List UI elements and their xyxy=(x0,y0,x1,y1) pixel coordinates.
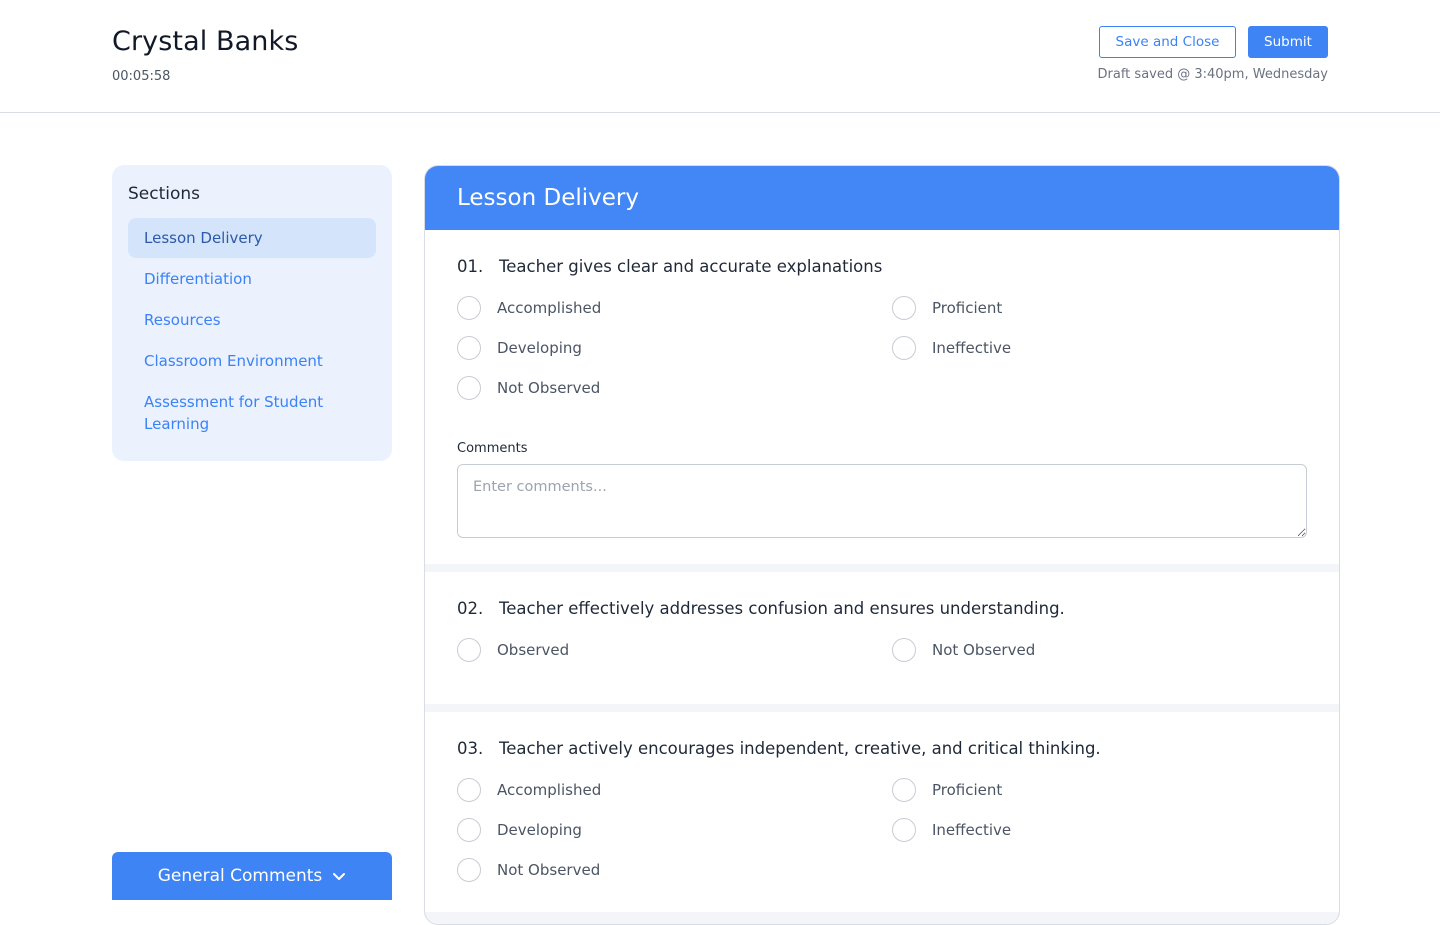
option-ineffective[interactable]: Ineffective xyxy=(892,818,1292,842)
question-number: 03. xyxy=(457,739,484,758)
radio-button[interactable] xyxy=(892,336,916,360)
question-card: 02. Teacher effectively addresses confus… xyxy=(425,572,1339,704)
question-card: 01. Teacher gives clear and accurate exp… xyxy=(425,230,1339,564)
chevron-down-icon xyxy=(333,873,346,880)
general-comments-button[interactable]: General Comments xyxy=(112,852,392,900)
option-developing[interactable]: Developing xyxy=(457,818,892,842)
question-text: Teacher actively encourages independent,… xyxy=(499,739,1101,758)
radio-button[interactable] xyxy=(457,858,481,882)
section-panel: Lesson Delivery 01. Teacher gives clear … xyxy=(424,165,1340,925)
option-not-observed[interactable]: Not Observed xyxy=(457,858,892,882)
general-comments-label: General Comments xyxy=(157,866,323,886)
radio-button[interactable] xyxy=(457,778,481,802)
rating-options: Accomplished Proficient Developing Ineff… xyxy=(457,296,1307,400)
radio-button[interactable] xyxy=(892,818,916,842)
question-title: 03. Teacher actively encourages independ… xyxy=(457,712,1307,766)
sidebar-item-resources[interactable]: Resources xyxy=(128,300,376,340)
option-accomplished[interactable]: Accomplished xyxy=(457,296,892,320)
question-title: 01. Teacher gives clear and accurate exp… xyxy=(457,230,1307,284)
page-header: Crystal Banks 00:05:58 Save and Close Su… xyxy=(0,0,1440,113)
option-ineffective[interactable]: Ineffective xyxy=(892,336,1292,360)
comments-label: Comments xyxy=(457,441,528,456)
comments-input[interactable] xyxy=(457,464,1307,538)
option-not-observed[interactable]: Not Observed xyxy=(892,638,1292,662)
radio-button[interactable] xyxy=(457,376,481,400)
sidebar-item-classroom-environment[interactable]: Classroom Environment xyxy=(128,341,376,381)
sidebar-title: Sections xyxy=(128,184,201,204)
rating-options: Observed Not Observed xyxy=(457,638,1307,662)
question-number: 02. xyxy=(457,599,484,618)
option-developing[interactable]: Developing xyxy=(457,336,892,360)
section-title: Lesson Delivery xyxy=(425,166,1339,230)
radio-button[interactable] xyxy=(892,778,916,802)
sidebar-item-lesson-delivery[interactable]: Lesson Delivery xyxy=(128,218,376,258)
radio-button[interactable] xyxy=(457,296,481,320)
question-number: 01. xyxy=(457,257,484,276)
option-proficient[interactable]: Proficient xyxy=(892,778,1292,802)
rating-options: Accomplished Proficient Developing Ineff… xyxy=(457,778,1307,882)
page-title: Crystal Banks xyxy=(112,26,299,57)
radio-button[interactable] xyxy=(457,818,481,842)
radio-button[interactable] xyxy=(892,296,916,320)
question-text: Teacher gives clear and accurate explana… xyxy=(499,257,883,276)
session-timer: 00:05:58 xyxy=(112,69,171,84)
option-proficient[interactable]: Proficient xyxy=(892,296,1292,320)
option-not-observed[interactable]: Not Observed xyxy=(457,376,892,400)
radio-button[interactable] xyxy=(457,638,481,662)
question-title: 02. Teacher effectively addresses confus… xyxy=(457,572,1307,626)
radio-button[interactable] xyxy=(457,336,481,360)
option-observed[interactable]: Observed xyxy=(457,638,892,662)
option-accomplished[interactable]: Accomplished xyxy=(457,778,892,802)
question-card: 03. Teacher actively encourages independ… xyxy=(425,712,1339,912)
sections-sidebar: Sections Lesson Delivery Differentiation… xyxy=(112,165,392,461)
save-and-close-button[interactable]: Save and Close xyxy=(1099,26,1236,58)
question-text: Teacher effectively addresses confusion … xyxy=(499,599,1065,618)
draft-status: Draft saved @ 3:40pm, Wednesday xyxy=(1097,67,1328,82)
sidebar-item-differentiation[interactable]: Differentiation xyxy=(128,259,376,299)
radio-button[interactable] xyxy=(892,638,916,662)
submit-button[interactable]: Submit xyxy=(1248,26,1328,58)
sidebar-item-assessment[interactable]: Assessment for Student Learning xyxy=(128,382,376,444)
